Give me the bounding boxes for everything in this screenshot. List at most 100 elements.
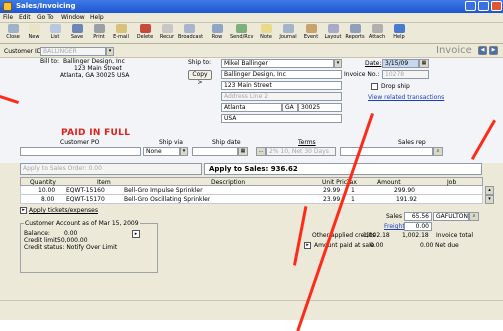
terms-lookup-icon[interactable]: … <box>256 147 266 156</box>
toolbar-label: Recur <box>159 34 175 40</box>
toolbar-label: Send/Rcv <box>230 34 254 40</box>
next-record-button[interactable]: ▶ <box>489 46 498 55</box>
apply-to-sales-order-field[interactable]: Apply to Sales Order: 0.00 <box>20 163 202 175</box>
freight-value[interactable]: 0.00 <box>404 222 432 231</box>
account-details-button[interactable]: ▸ <box>132 230 140 238</box>
amount-paid-icon[interactable]: ▸ <box>304 242 311 249</box>
invoice-number-field[interactable]: 10278 <box>382 70 429 79</box>
drop-ship-checkbox[interactable] <box>371 83 378 90</box>
date-field[interactable]: 3/15/09 <box>382 59 419 68</box>
ship-to-city-field[interactable]: Atlanta <box>221 103 282 112</box>
quantity-cell[interactable]: 10.00 <box>38 187 55 194</box>
menu-file[interactable]: File <box>3 14 13 21</box>
apply-to-sales-tab[interactable]: Apply to Sales: 936.62 <box>204 163 482 175</box>
reports-button[interactable]: Reports <box>344 24 366 43</box>
terms-field[interactable]: 2% 10, Net 30 Days <box>266 147 336 156</box>
customer-po-field[interactable] <box>20 147 141 156</box>
ship-to-address2-field[interactable]: Address Line 2 <box>221 92 342 101</box>
ship-date-field[interactable] <box>192 147 238 156</box>
help-button[interactable]: Help <box>388 24 410 43</box>
table-row[interactable]: 8.00 EQWT-15170 Bell-Gro Oscillating Spr… <box>20 195 483 204</box>
quantity-cell[interactable]: 8.00 <box>41 196 54 203</box>
tax-cell[interactable]: 1 <box>351 196 355 203</box>
note-button[interactable]: Note <box>255 24 277 43</box>
customer-id-field[interactable]: BALLINGER <box>40 47 106 56</box>
journal-button[interactable]: Journal <box>277 24 299 43</box>
other-applied-credits-value: 1,002.18 <box>363 232 390 239</box>
ship-to-company-field[interactable]: Ballinger Design, Inc <box>221 70 342 79</box>
scroll-down-icon[interactable]: ▾ <box>485 195 494 204</box>
menu-window[interactable]: Window <box>61 14 85 21</box>
customer-id-lookup[interactable]: ▾ <box>106 47 114 56</box>
maximize-button[interactable] <box>478 1 489 11</box>
send-rcv-button[interactable]: Send/Rcv <box>230 24 254 43</box>
previous-record-button[interactable]: ◀ <box>478 46 487 55</box>
broadcast-button[interactable]: Broadcast <box>178 24 203 43</box>
column-quantity: Quantity <box>30 179 56 186</box>
ship-date-calendar-icon[interactable]: ▦ <box>238 147 248 156</box>
apply-tickets-icon[interactable]: ▸ <box>20 207 27 214</box>
column-amount: Amount <box>377 179 401 186</box>
menu-goto[interactable]: Go To <box>37 14 54 21</box>
invoice-total-label: Invoice total <box>436 232 474 239</box>
close-button[interactable]: Close <box>2 24 24 43</box>
credit-limit-value: 50,000.00 <box>57 237 88 244</box>
sales-tax-agency-field[interactable]: GAFULTON <box>433 212 469 221</box>
sales-tax-lookup-icon[interactable]: ⌕ <box>469 212 479 221</box>
toolbar-label: Reports <box>345 34 365 40</box>
description-cell[interactable]: Bell-Gro Oscillating Sprinkler <box>124 196 210 203</box>
date-label: Date: <box>365 60 382 67</box>
column-description: Description <box>211 179 246 186</box>
tax-cell[interactable]: 1 <box>351 187 355 194</box>
layout-button[interactable]: Layout <box>322 24 344 43</box>
ship-to-name-field[interactable]: Mikel Ballinger <box>221 59 334 68</box>
close-window-button[interactable] <box>491 1 502 11</box>
minimize-button[interactable] <box>465 1 476 11</box>
sales-rep-field[interactable] <box>340 147 433 156</box>
e-mail-button[interactable]: E-mail <box>110 24 132 43</box>
calendar-icon[interactable]: ▦ <box>419 59 429 68</box>
ship-to-zip-field[interactable]: 30025 <box>298 103 342 112</box>
drop-ship-label: Drop ship <box>381 83 410 90</box>
view-related-transactions-link[interactable]: View related transactions <box>368 94 444 101</box>
email-icon <box>115 24 127 33</box>
ship-to-dropdown[interactable]: ▾ <box>334 59 342 68</box>
terms-label: Terms <box>298 139 316 146</box>
table-row[interactable]: 10.00 EQWT-15160 Bell-Gro Impulse Sprink… <box>20 186 483 195</box>
sales-rep-lookup-icon[interactable]: ⌕ <box>433 147 443 156</box>
description-cell[interactable]: Bell-Gro Impulse Sprinkler <box>124 187 203 194</box>
item-cell[interactable]: EQWT-15170 <box>66 196 105 203</box>
print-button[interactable]: Print <box>88 24 110 43</box>
delete-icon <box>139 24 151 33</box>
new-button[interactable]: New <box>23 24 45 43</box>
row-button[interactable]: Row <box>206 24 228 43</box>
amount-cell[interactable]: 299.90 <box>394 187 415 194</box>
ship-to-country-field[interactable]: USA <box>221 114 342 123</box>
unit-price-cell[interactable]: 23.99 <box>323 196 340 203</box>
save-icon <box>71 24 83 33</box>
ship-via-dropdown[interactable]: ▾ <box>180 147 188 156</box>
menu-help[interactable]: Help <box>90 14 104 21</box>
apply-tickets-link[interactable]: Apply tickets/expenses <box>29 207 98 214</box>
sales-tax-value[interactable]: 65.56 <box>404 212 432 221</box>
scroll-up-icon[interactable]: ▴ <box>485 186 494 195</box>
ship-to-state-field[interactable]: GA <box>282 103 298 112</box>
ship-via-field[interactable]: None <box>143 147 180 156</box>
delete-button[interactable]: Delete <box>134 24 156 43</box>
unit-price-cell[interactable]: 29.99 <box>323 187 340 194</box>
amount-cell[interactable]: 191.92 <box>396 196 417 203</box>
item-cell[interactable]: EQWT-15160 <box>66 187 105 194</box>
toolbar-label: Attach <box>368 34 386 40</box>
recur-button[interactable]: Recur <box>156 24 178 43</box>
broadcast-icon <box>183 24 195 33</box>
attach-button[interactable]: Attach <box>366 24 388 43</box>
save-button[interactable]: Save <box>66 24 88 43</box>
toolbar-label: Help <box>393 34 405 40</box>
event-button[interactable]: Event <box>300 24 322 43</box>
ship-to-label: Ship to: <box>188 59 212 66</box>
ship-to-address1-field[interactable]: 123 Main Street <box>221 81 342 90</box>
menu-edit[interactable]: Edit <box>19 14 31 21</box>
copy-address-button[interactable]: Copy > <box>188 70 212 86</box>
list-button[interactable]: List <box>44 24 66 43</box>
note-icon <box>260 24 272 33</box>
